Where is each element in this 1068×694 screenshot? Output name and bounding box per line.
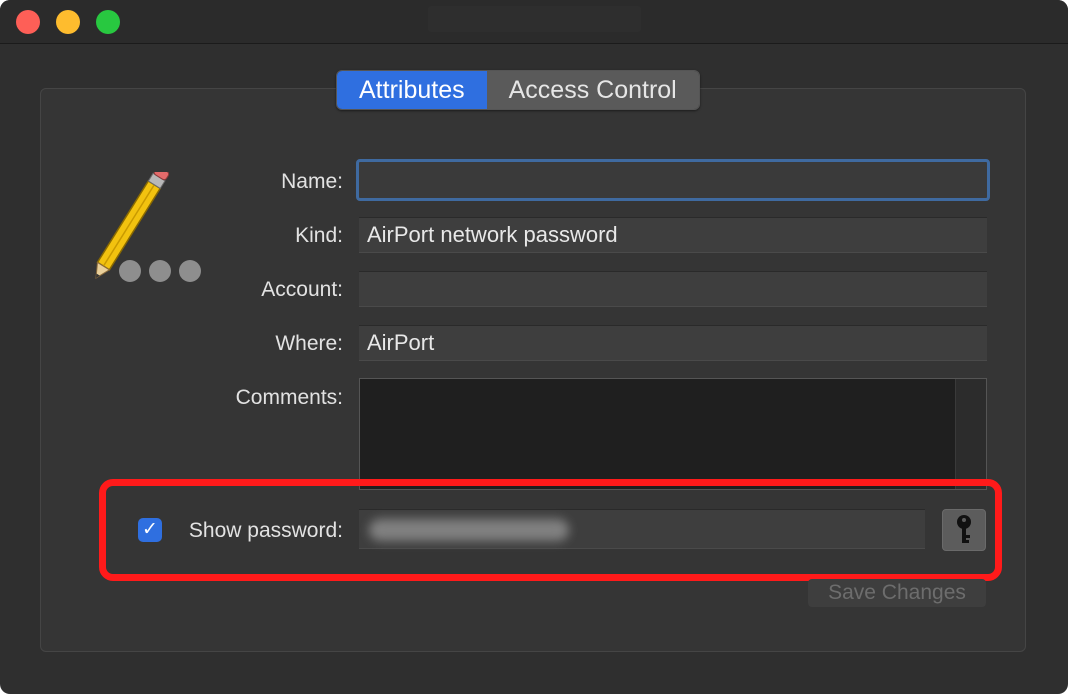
kind-field[interactable]: AirPort network password: [359, 217, 987, 253]
account-label: Account:: [261, 278, 343, 301]
window-title: [428, 6, 641, 32]
account-field[interactable]: [359, 271, 987, 307]
save-changes-button[interactable]: Save Changes: [808, 579, 986, 607]
where-field[interactable]: AirPort: [359, 325, 987, 361]
keychain-item-window: Attributes Access Control Name: Kind: Ac…: [0, 0, 1068, 694]
zoom-window-button[interactable]: [96, 10, 120, 34]
where-label: Where:: [275, 332, 343, 355]
name-label: Name:: [281, 170, 343, 193]
comments-scrollbar[interactable]: [955, 379, 986, 489]
minimize-window-button[interactable]: [56, 10, 80, 34]
password-highlight-annotation: [99, 479, 1002, 581]
kind-label: Kind:: [295, 224, 343, 247]
comments-label: Comments:: [235, 386, 343, 409]
title-bar: [0, 0, 1068, 44]
name-field[interactable]: [356, 159, 990, 201]
tab-attributes[interactable]: Attributes: [337, 71, 487, 109]
comments-field[interactable]: [359, 378, 987, 490]
tab-bar: Attributes Access Control: [336, 70, 700, 110]
close-window-button[interactable]: [16, 10, 40, 34]
tab-access-control[interactable]: Access Control: [486, 71, 699, 109]
